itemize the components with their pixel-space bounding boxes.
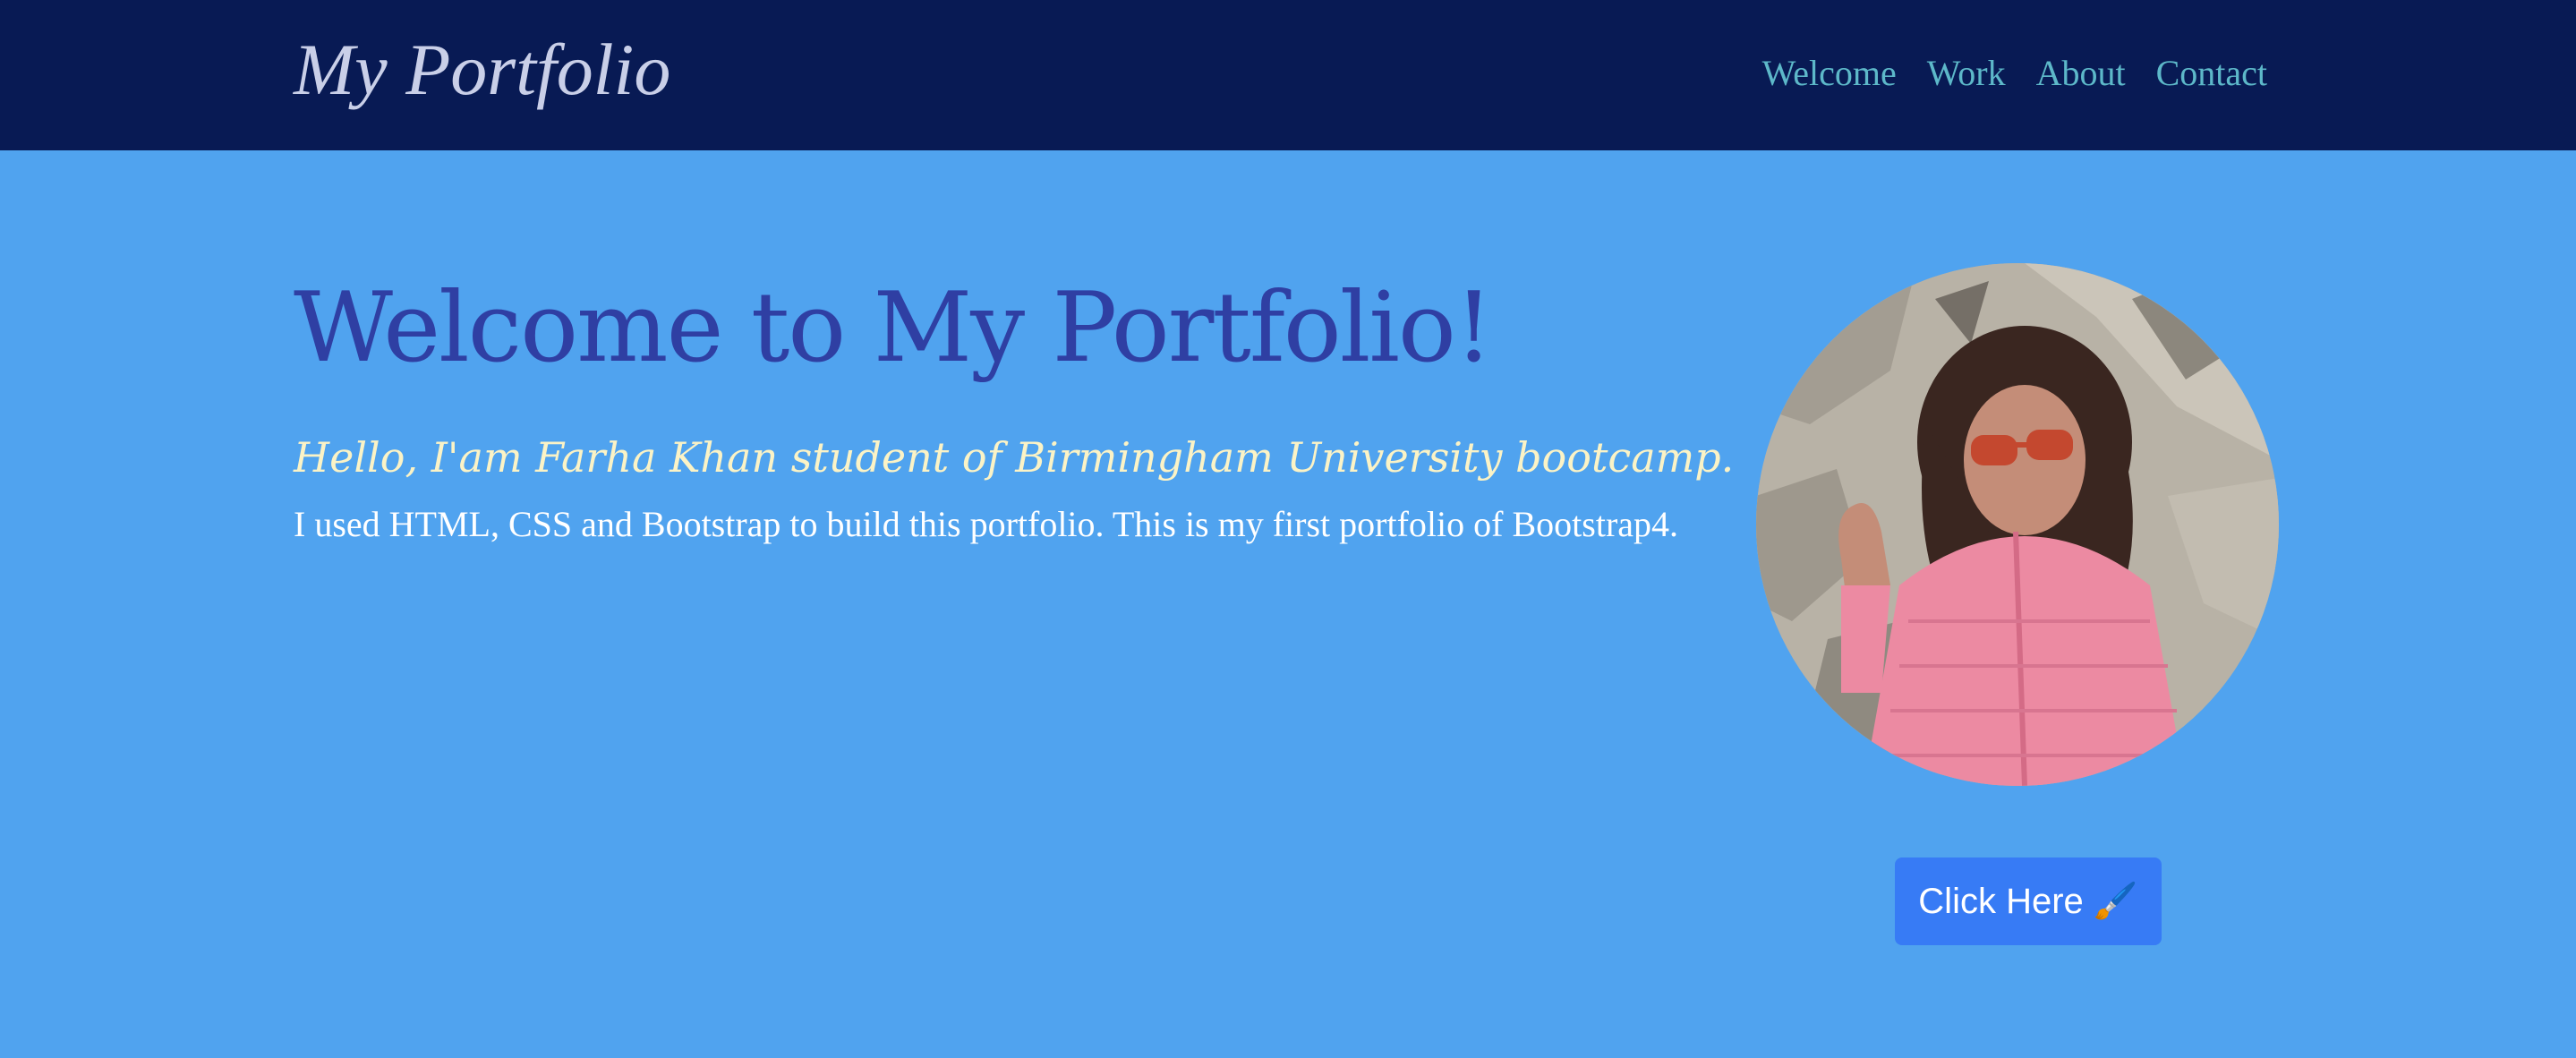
nav-link-contact[interactable]: Contact bbox=[2156, 47, 2267, 100]
nav-link-about[interactable]: About bbox=[2036, 47, 2126, 100]
brand-logo[interactable]: My Portfolio bbox=[294, 25, 670, 115]
navbar: My Portfolio Welcome Work About Contact bbox=[0, 0, 2576, 150]
profile-photo bbox=[1756, 263, 2279, 786]
click-here-button[interactable]: Click Here 🖌️ bbox=[1895, 857, 2162, 945]
hero-title: Welcome to My Portfolio! bbox=[294, 272, 1493, 384]
nav-link-work[interactable]: Work bbox=[1927, 47, 2006, 100]
hero-subtitle: Hello, I'am Farha Khan student of Birmin… bbox=[294, 433, 1735, 482]
nav-menu: Welcome Work About Contact bbox=[1762, 47, 2267, 100]
nav-link-welcome[interactable]: Welcome bbox=[1762, 47, 1897, 100]
hero-description: I used HTML, CSS and Bootstrap to build … bbox=[294, 504, 1679, 544]
